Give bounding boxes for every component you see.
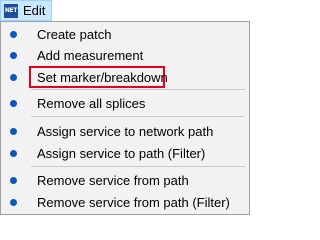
menu-item-label: Assign service to network path <box>37 124 214 139</box>
menu-item-remove-service-from-path[interactable]: Remove service from path <box>1 171 249 191</box>
menu-item-assign-service-network-path[interactable]: Assign service to network path <box>1 122 249 142</box>
menu-item-label: Add measurement <box>37 48 144 63</box>
menu-item-assign-service-path-filter[interactable]: Assign service to path (Filter) <box>1 144 249 164</box>
bullet-icon <box>10 128 17 135</box>
menu-item-remove-service-from-path-filter[interactable]: Remove service from path (Filter) <box>1 193 249 213</box>
menu-bar: NET Edit <box>0 0 250 21</box>
menu-title: Edit <box>23 3 46 18</box>
menu-separator <box>31 89 245 90</box>
bullet-icon <box>10 199 17 206</box>
menu-separator <box>31 166 245 167</box>
menu-item-set-marker-breakdown[interactable]: Set marker/breakdown <box>1 66 249 88</box>
menu-item-create-patch[interactable]: Create patch <box>1 25 249 45</box>
menu-item-label: Set marker/breakdown <box>37 70 168 85</box>
edit-dropdown-menu: Create patch Add measurement Set marker/… <box>0 21 250 215</box>
bullet-icon <box>10 52 17 59</box>
menu-item-add-measurement[interactable]: Add measurement <box>1 46 249 66</box>
bullet-icon <box>10 150 17 157</box>
menu-item-label: Remove service from path <box>37 173 189 188</box>
menu-item-label: Remove service from path (Filter) <box>37 195 230 210</box>
menu-item-remove-all-splices[interactable]: Remove all splices <box>1 94 249 114</box>
app-net-icon: NET <box>4 4 18 18</box>
bullet-icon <box>10 31 17 38</box>
edit-menu-button[interactable]: NET Edit <box>0 0 52 21</box>
bullet-icon <box>10 74 17 81</box>
menu-item-label: Remove all splices <box>37 96 146 111</box>
menu-item-label: Create patch <box>37 27 112 42</box>
bullet-icon <box>10 177 17 184</box>
bullet-icon <box>10 100 17 107</box>
menu-item-label: Assign service to path (Filter) <box>37 146 206 161</box>
menu-separator <box>31 116 245 117</box>
